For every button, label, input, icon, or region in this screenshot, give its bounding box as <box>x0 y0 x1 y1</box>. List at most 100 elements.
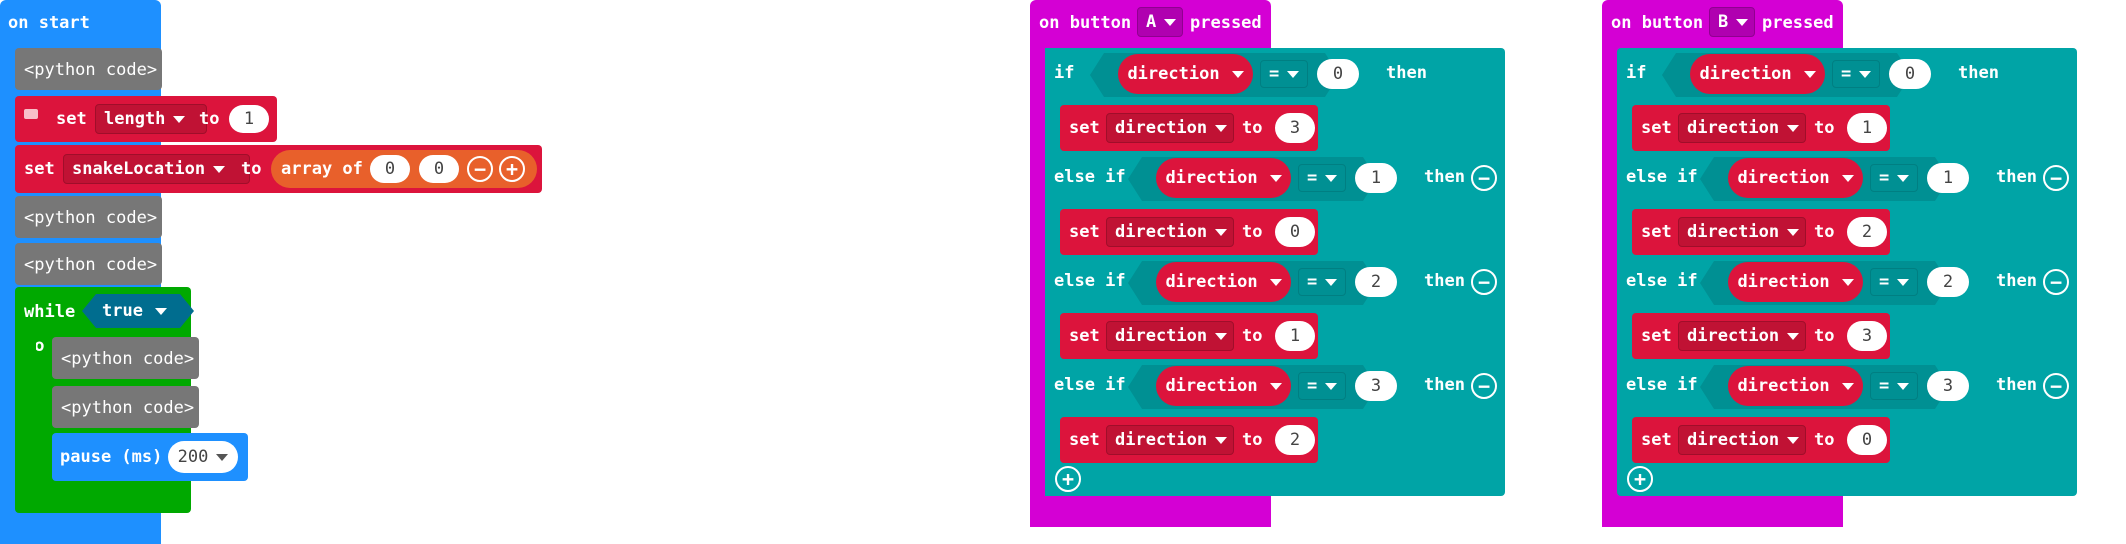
compare-value-input[interactable]: 3 <box>1355 371 1397 401</box>
compare-value-input[interactable]: 0 <box>1889 59 1931 89</box>
compare-value-input[interactable]: 1 <box>1927 163 1969 193</box>
array-item-2-input[interactable]: 0 <box>419 155 459 183</box>
minus-icon: − <box>1477 166 1491 190</box>
button-name: A <box>1146 12 1157 32</box>
set-snake-location-block[interactable]: set snakeLocation to array of 0 0 − + <box>15 145 542 193</box>
python-code-label: <python code> <box>24 208 158 228</box>
set-value-input[interactable]: 0 <box>1275 217 1315 247</box>
set-value-input[interactable]: 3 <box>1275 113 1315 143</box>
length-variable-dropdown[interactable]: length <box>95 104 207 134</box>
direction-variable-dropdown[interactable]: direction <box>1728 158 1863 198</box>
operator-value: = <box>1269 64 1280 84</box>
python-code-label: <python code> <box>61 349 195 369</box>
remove-branch-button[interactable]: − <box>2043 269 2069 295</box>
operator-dropdown[interactable]: = <box>1870 268 1918 296</box>
set-value-input[interactable]: 2 <box>1275 425 1315 455</box>
remove-branch-button[interactable]: − <box>2043 165 2069 191</box>
set-direction-block[interactable]: set direction to 3 <box>1632 313 1890 359</box>
variable-name: direction <box>1165 376 1258 396</box>
if-else-block-a[interactable]: if direction = 0 then set direction to 3… <box>1045 48 1505 496</box>
direction-variable-dropdown[interactable]: direction <box>1106 217 1234 247</box>
remove-branch-button[interactable]: − <box>1471 165 1497 191</box>
operator-dropdown[interactable]: = <box>1298 268 1346 296</box>
direction-variable-dropdown[interactable]: direction <box>1156 158 1291 198</box>
compare-value-input[interactable]: 2 <box>1927 267 1969 297</box>
compare-value-input[interactable]: 1 <box>1355 163 1397 193</box>
chevron-down-icon <box>213 165 226 173</box>
if-else-block-b[interactable]: if direction = 0 then set direction to 1… <box>1617 48 2077 496</box>
compare-value-input[interactable]: 0 <box>1317 59 1359 89</box>
add-branch-button[interactable]: + <box>1055 466 1081 492</box>
python-code-block-3[interactable]: <python code> <box>15 243 162 285</box>
remove-item-button[interactable]: − <box>467 156 493 182</box>
button-a-dropdown[interactable]: A <box>1137 7 1183 37</box>
set-direction-block[interactable]: set direction to 0 <box>1632 417 1890 463</box>
array-item-1-input[interactable]: 0 <box>370 155 410 183</box>
on-start-label: on start <box>8 13 90 33</box>
comment-icon[interactable] <box>24 109 38 119</box>
direction-variable-dropdown[interactable]: direction <box>1106 113 1234 143</box>
compare-value-input[interactable]: 2 <box>1355 267 1397 297</box>
set-direction-block[interactable]: set direction to 2 <box>1060 417 1318 463</box>
pause-duration-dropdown[interactable]: 200 <box>168 441 238 473</box>
remove-branch-button[interactable]: − <box>1471 269 1497 295</box>
set-length-block[interactable]: set length to 1 <box>15 96 277 142</box>
array-of-label: array of <box>281 159 363 179</box>
python-code-block-1[interactable]: <python code> <box>15 48 162 90</box>
set-direction-block[interactable]: set direction to 0 <box>1060 209 1318 255</box>
variable-name: direction <box>1115 222 1208 242</box>
direction-variable-dropdown[interactable]: direction <box>1690 54 1825 94</box>
direction-variable-dropdown[interactable]: direction <box>1678 217 1806 247</box>
direction-variable-dropdown[interactable]: direction <box>1106 425 1234 455</box>
direction-variable-dropdown[interactable]: direction <box>1728 366 1863 406</box>
remove-branch-button[interactable]: − <box>2043 373 2069 399</box>
set-direction-block[interactable]: set direction to 2 <box>1632 209 1890 255</box>
python-code-block-2[interactable]: <python code> <box>15 196 162 238</box>
direction-variable-dropdown[interactable]: direction <box>1678 113 1806 143</box>
direction-variable-dropdown[interactable]: direction <box>1156 366 1291 406</box>
set-value-input[interactable]: 1 <box>1847 113 1887 143</box>
add-branch-button[interactable]: + <box>1627 466 1653 492</box>
set-value-input[interactable]: 0 <box>1847 425 1887 455</box>
operator-dropdown[interactable]: = <box>1832 60 1880 88</box>
chevron-down-icon <box>1164 18 1177 26</box>
true-condition-dropdown[interactable]: true <box>82 294 194 328</box>
snake-location-variable-dropdown[interactable]: snakeLocation <box>63 154 250 184</box>
direction-variable-dropdown[interactable]: direction <box>1678 321 1806 351</box>
button-b-dropdown[interactable]: B <box>1709 7 1755 37</box>
remove-branch-button[interactable]: − <box>1471 373 1497 399</box>
set-direction-block[interactable]: set direction to 1 <box>1060 313 1318 359</box>
operator-value: = <box>1879 376 1890 396</box>
length-value-input[interactable]: 1 <box>229 105 269 133</box>
chevron-down-icon <box>1841 278 1854 286</box>
operator-dropdown[interactable]: = <box>1870 164 1918 192</box>
operator-dropdown[interactable]: = <box>1260 60 1308 88</box>
pause-block[interactable]: pause (ms) 200 <box>52 433 248 481</box>
to-label: to <box>1242 222 1263 242</box>
else-if-keyword: else if <box>1054 271 1126 291</box>
direction-variable-dropdown[interactable]: direction <box>1728 262 1863 302</box>
compare-value-input[interactable]: 3 <box>1927 371 1969 401</box>
set-value-input[interactable]: 3 <box>1847 321 1887 351</box>
operator-dropdown[interactable]: = <box>1870 372 1918 400</box>
direction-variable-dropdown[interactable]: direction <box>1156 262 1291 302</box>
chevron-down-icon <box>1269 382 1282 390</box>
operator-value: = <box>1879 168 1890 188</box>
set-value-input[interactable]: 1 <box>1275 321 1315 351</box>
set-direction-block[interactable]: set direction to 1 <box>1632 105 1890 151</box>
direction-variable-dropdown[interactable]: direction <box>1118 54 1253 94</box>
set-direction-block[interactable]: set direction to 3 <box>1060 105 1318 151</box>
direction-variable-dropdown[interactable]: direction <box>1678 425 1806 455</box>
chevron-down-icon <box>1787 228 1800 236</box>
python-code-label: <python code> <box>61 398 195 418</box>
operator-dropdown[interactable]: = <box>1298 164 1346 192</box>
minus-icon: − <box>2049 374 2063 398</box>
direction-variable-dropdown[interactable]: direction <box>1106 321 1234 351</box>
add-item-button[interactable]: + <box>499 156 525 182</box>
operator-dropdown[interactable]: = <box>1298 372 1346 400</box>
python-code-block-4[interactable]: <python code> <box>52 337 199 379</box>
then-keyword: then <box>1996 271 2037 291</box>
python-code-block-5[interactable]: <python code> <box>52 386 199 428</box>
then-keyword: then <box>1424 167 1465 187</box>
set-value-input[interactable]: 2 <box>1847 217 1887 247</box>
